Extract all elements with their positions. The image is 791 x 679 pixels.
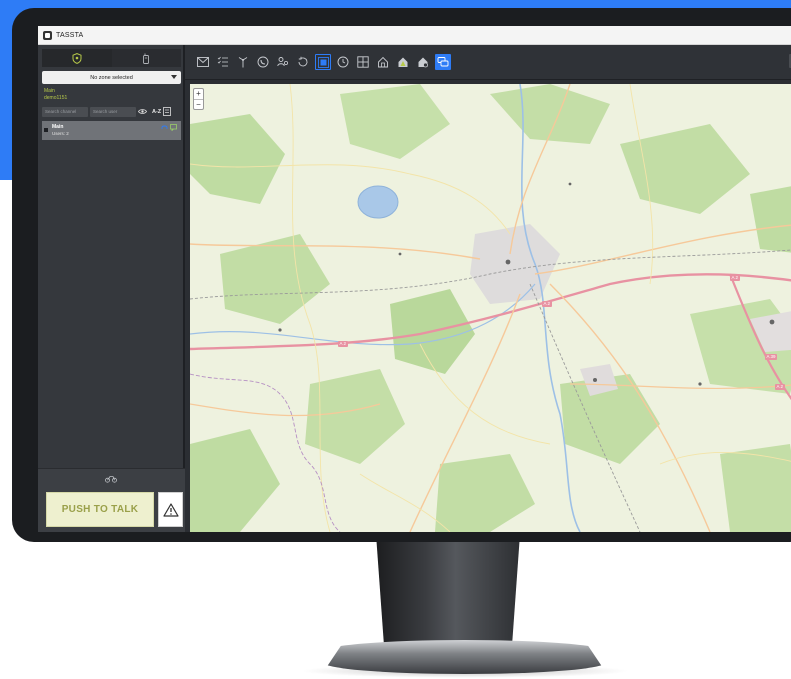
ptt-panel: PUSH TO TALK	[38, 468, 185, 532]
monitor-bezel: TASSTA No zone selected Main demo1151 Se…	[12, 8, 791, 542]
tool-zone-alert[interactable]	[395, 54, 411, 70]
antenna-icon	[238, 57, 248, 68]
replay-icon	[298, 56, 308, 67]
app-screen: TASSTA No zone selected Main demo1151 Se…	[38, 26, 791, 532]
tool-replay[interactable]	[295, 54, 311, 70]
tool-map-view[interactable]	[315, 54, 331, 70]
channel-name: Main	[52, 124, 64, 130]
road-shield-label: A 2	[775, 384, 785, 390]
envelope-icon	[197, 57, 209, 67]
chevron-down-icon	[171, 75, 177, 79]
push-to-talk-button[interactable]: PUSH TO TALK	[46, 492, 154, 527]
tab-channels[interactable]	[42, 49, 112, 67]
grid-icon	[357, 56, 369, 68]
radio-device-icon	[143, 53, 150, 64]
map-view[interactable]: A 2 A 2 A 2 A 2 A 39 + −	[190, 84, 791, 532]
search-user-input[interactable]: Search user	[90, 106, 136, 117]
tool-phone[interactable]	[255, 54, 271, 70]
home-icon	[378, 56, 388, 68]
headset-icon[interactable]	[161, 124, 168, 131]
zoom-out-button[interactable]: −	[194, 99, 203, 109]
user-group: Main	[44, 88, 55, 94]
tool-checklist[interactable]	[215, 54, 231, 70]
zone-select[interactable]: No zone selected	[42, 71, 181, 84]
sidebar: No zone selected Main demo1151 Search ch…	[38, 45, 185, 532]
current-user-info: Main demo1151	[44, 88, 67, 102]
road-shield-label: A 39	[765, 354, 778, 360]
tool-chat-active[interactable]	[435, 54, 451, 70]
tool-grid[interactable]	[355, 54, 371, 70]
channel-users-count: Users: 2	[52, 131, 69, 136]
search-row: Search channel Search user A-Z	[42, 106, 181, 117]
channel-actions	[161, 124, 177, 131]
map-toolbar	[185, 45, 791, 80]
warning-icon	[162, 502, 179, 517]
road-shield-label: A 2	[338, 341, 348, 347]
user-search-icon	[277, 57, 289, 67]
road-shield-label: A 2	[542, 301, 552, 307]
search-channel-input[interactable]: Search channel	[42, 106, 88, 117]
tool-search-users[interactable]	[275, 54, 291, 70]
list-filter-icon[interactable]	[163, 107, 172, 116]
monitor-stand-base	[322, 640, 607, 674]
map-tiles	[190, 84, 791, 532]
channel-list-item[interactable]: Main Users: 2	[42, 121, 181, 140]
tool-history[interactable]	[335, 54, 351, 70]
phone-circle-icon	[257, 56, 269, 68]
chat-bubbles-icon	[437, 57, 449, 67]
chat-icon[interactable]	[170, 124, 177, 131]
map-frame-icon	[317, 56, 329, 68]
road-shield-label: A 2	[730, 275, 740, 281]
clock-icon	[337, 56, 349, 68]
eye-icon[interactable]	[138, 108, 147, 115]
monitor-stand-neck	[376, 542, 520, 648]
zoom-control: + −	[193, 88, 204, 110]
zoom-in-button[interactable]: +	[194, 89, 203, 99]
sidebar-tabs	[42, 49, 181, 67]
emergency-alarm-button[interactable]	[158, 492, 183, 527]
tool-home-zone[interactable]	[375, 54, 391, 70]
bike-icon[interactable]	[105, 475, 117, 483]
window-titlebar: TASSTA	[38, 26, 791, 45]
sort-az-button[interactable]: A-Z	[152, 109, 161, 115]
zone-select-value: No zone selected	[90, 74, 133, 81]
shield-group-icon	[72, 52, 82, 64]
tool-messages[interactable]	[195, 54, 211, 70]
zone-alert-icon	[398, 57, 408, 67]
tool-zone-settings[interactable]	[415, 54, 431, 70]
user-name: demo1151	[44, 95, 68, 101]
app-logo-icon	[43, 30, 52, 40]
tab-device[interactable]	[111, 49, 181, 67]
channel-status-indicator	[44, 128, 48, 132]
window-title: TASSTA	[56, 31, 84, 39]
checklist-icon	[217, 56, 228, 67]
zone-settings-icon	[418, 57, 428, 68]
tool-antenna[interactable]	[235, 54, 251, 70]
